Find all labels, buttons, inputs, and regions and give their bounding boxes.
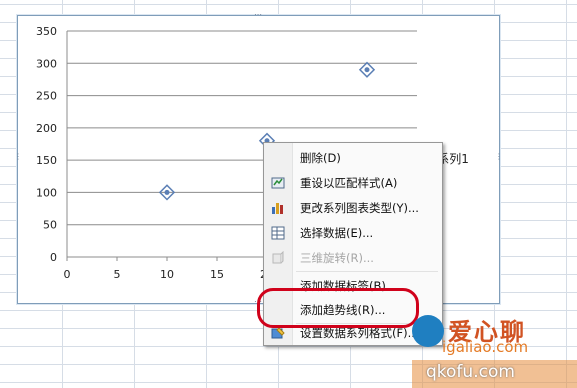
menu-label: 更改系列图表类型(Y)...	[300, 201, 419, 215]
y-tick-label: 350	[36, 25, 57, 38]
menu-item-3d-rotation: 三维旋转(R)...	[264, 246, 442, 270]
watermark-logo-icon	[412, 315, 444, 347]
y-tick-label: 200	[36, 122, 57, 135]
select-data-icon	[264, 221, 292, 245]
menu-label: 三维旋转(R)...	[300, 251, 374, 265]
highlight-circle	[257, 288, 419, 328]
menu-item-delete[interactable]: 删除(D)	[264, 146, 442, 170]
x-tick-label: 0	[64, 268, 71, 281]
x-tick-label: 10	[160, 268, 174, 281]
menu-item-change-chart-type[interactable]: 更改系列图表类型(Y)...	[264, 196, 442, 220]
menu-label: 选择数据(E)...	[300, 226, 374, 240]
menu-label: 重设以匹配样式(A)	[300, 176, 398, 190]
menu-item-reset-style[interactable]: 重设以匹配样式(A)	[264, 171, 442, 195]
watermark-url: igaliao.com	[442, 338, 529, 356]
y-tick-label: 0	[50, 251, 57, 264]
x-tick-label: 5	[114, 268, 121, 281]
menu-label: 删除(D)	[300, 151, 341, 165]
watermark: 爱心聊 igaliao.com qkofu.com	[412, 312, 577, 388]
blank-icon	[264, 146, 292, 170]
menu-item-select-data[interactable]: 选择数据(E)...	[264, 221, 442, 245]
rotate-3d-icon	[264, 246, 292, 270]
watermark-footer: qkofu.com	[426, 362, 515, 382]
bar-chart-icon	[264, 196, 292, 220]
y-tick-label: 100	[36, 186, 57, 199]
y-tick-label: 150	[36, 154, 57, 167]
menu-separator	[296, 271, 438, 272]
y-tick-label: 250	[36, 90, 57, 103]
y-tick-label: 50	[43, 219, 57, 232]
data-point[interactable]	[358, 61, 376, 78]
reset-style-icon	[264, 171, 292, 195]
y-tick-label: 300	[36, 57, 57, 70]
x-tick-label: 15	[210, 268, 224, 281]
